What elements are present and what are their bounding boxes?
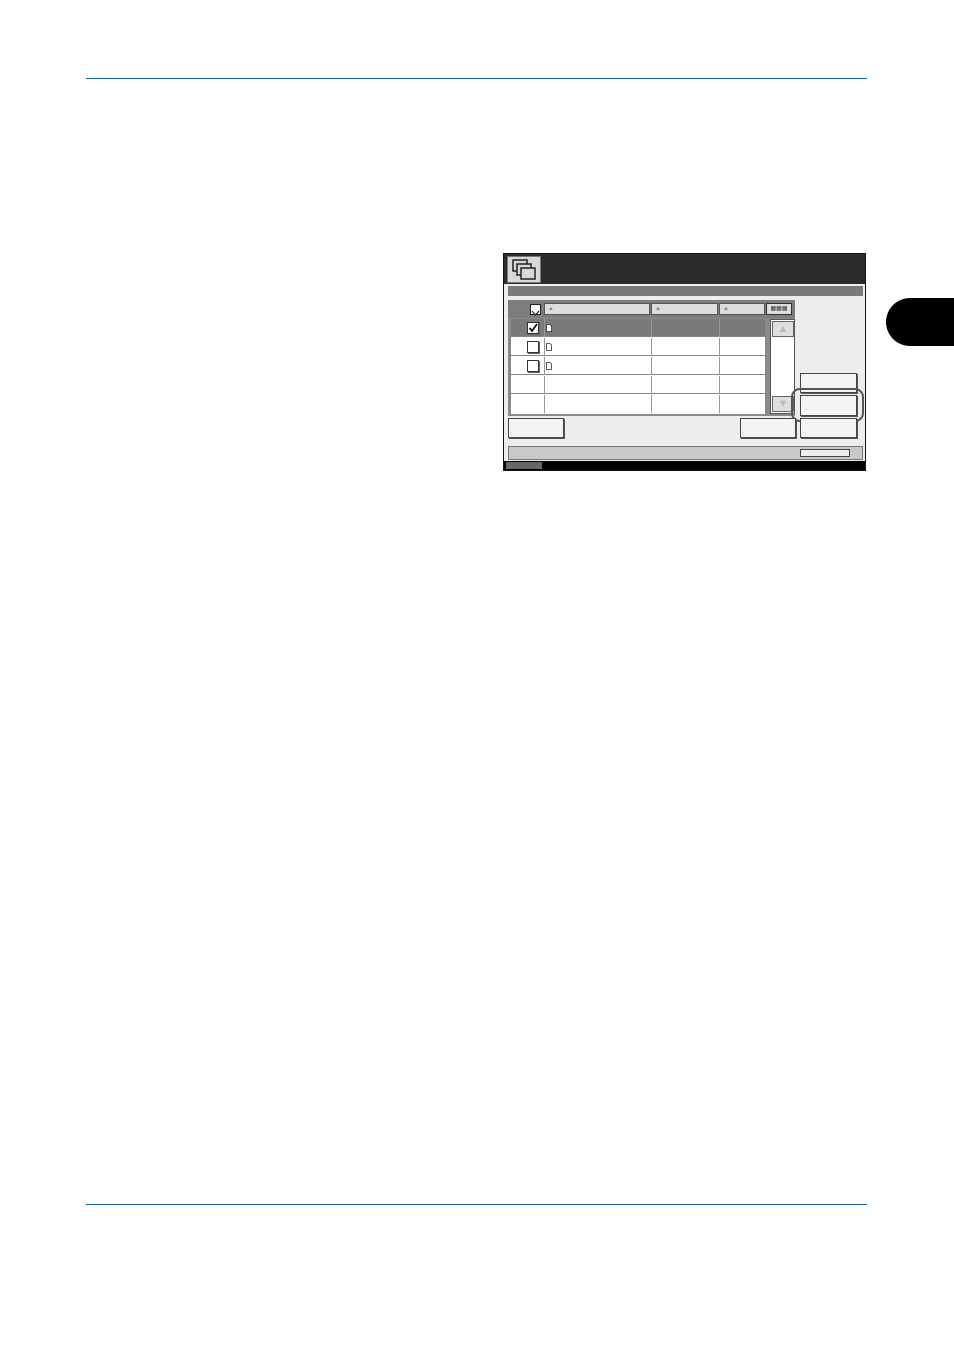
table-row[interactable]: [511, 319, 765, 337]
header-rule: [86, 78, 867, 79]
highlight-callout: [791, 388, 864, 422]
table-row[interactable]: [511, 357, 765, 375]
table-row[interactable]: [511, 338, 765, 356]
document-box-icon: [507, 256, 541, 283]
sort-triangle-icon: ▲: [548, 306, 554, 312]
sort-name-column[interactable]: ▲: [544, 303, 650, 315]
table-row: [511, 395, 765, 413]
thumbnail-view-icon[interactable]: ▦▦▦: [766, 303, 792, 315]
sort-triangle-icon: ▲: [723, 306, 729, 312]
bottom-bar: [504, 461, 865, 470]
document-icon: [546, 343, 552, 351]
row-checkbox[interactable]: [527, 360, 539, 372]
footer-rule: [86, 1204, 867, 1205]
status-message-bar: [508, 286, 863, 296]
list-header: ▲ ▲ ▲ ▦▦▦: [508, 300, 795, 318]
right-lower-button[interactable]: [800, 418, 857, 438]
document-icon: [546, 362, 552, 370]
device-screen: ▲ ▲ ▲ ▦▦▦ ▲ ▼: [503, 253, 866, 471]
middle-action-button[interactable]: [740, 418, 796, 438]
row-checkbox[interactable]: [527, 341, 539, 353]
triangle-up-icon[interactable]: ▲: [772, 321, 794, 337]
status-bar-button[interactable]: [800, 449, 850, 457]
list-rows: [511, 319, 765, 414]
table-row: [511, 376, 765, 394]
file-list: ▲ ▲ ▲ ▦▦▦ ▲ ▼: [508, 300, 795, 416]
status-bar: [508, 446, 863, 460]
sort-date-column[interactable]: ▲: [651, 303, 718, 315]
sort-size-column[interactable]: ▲: [719, 303, 765, 315]
select-all-checkbox[interactable]: [530, 304, 541, 316]
bottom-bar-indicator: [506, 462, 542, 469]
sort-triangle-icon: ▲: [655, 306, 661, 312]
document-icon: [546, 324, 552, 332]
left-action-button[interactable]: [508, 418, 564, 438]
row-checkbox[interactable]: [527, 322, 539, 334]
chapter-side-tab: [886, 298, 954, 346]
title-bar: [504, 254, 865, 284]
